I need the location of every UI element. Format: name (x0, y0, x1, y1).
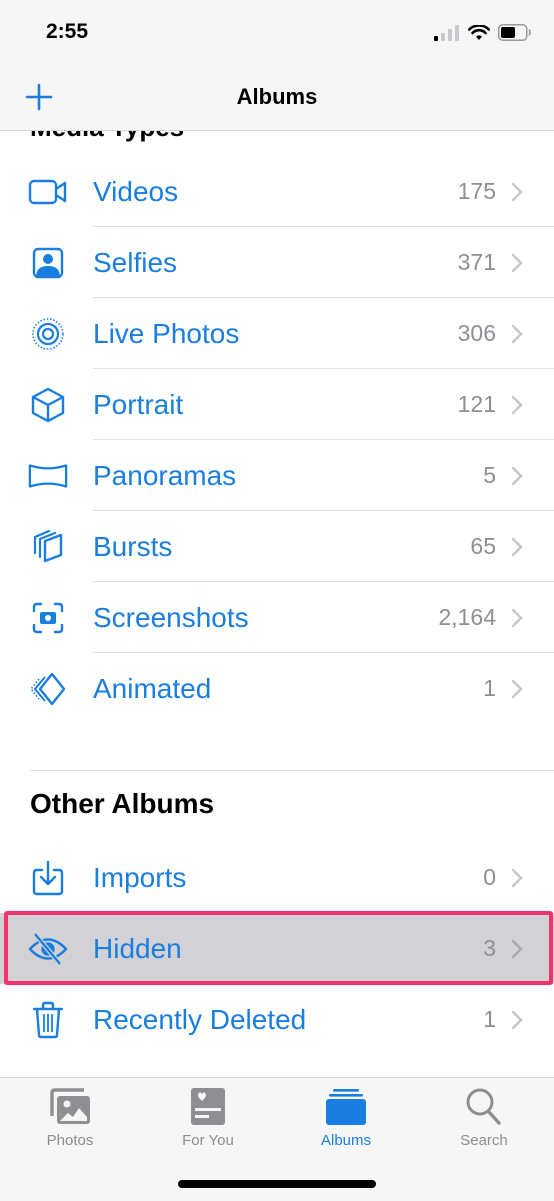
album-count: 175 (457, 178, 496, 204)
tab-for-you[interactable]: For You (158, 1086, 258, 1149)
status-time: 2:55 (46, 20, 89, 43)
album-count: 65 (470, 533, 496, 559)
album-row-screenshots[interactable]: Screenshots 2,164 (0, 582, 554, 653)
selfie-icon (28, 243, 68, 283)
album-label: Live Photos (93, 317, 240, 349)
bursts-icon (28, 527, 68, 567)
trash-icon (28, 1000, 68, 1040)
album-row-videos[interactable]: Videos 175 (0, 156, 554, 227)
screenshot-icon (28, 598, 68, 638)
chevron-right-icon (511, 608, 523, 627)
chevron-right-icon (511, 395, 523, 414)
chevron-right-icon (511, 324, 523, 343)
section-title-other-albums: Other Albums (30, 788, 215, 819)
tab-label: Search (460, 1132, 508, 1149)
chevron-right-icon (511, 939, 523, 958)
album-label: Panoramas (93, 459, 237, 491)
cube-icon (28, 385, 68, 425)
tab-label: Albums (320, 1132, 372, 1149)
album-row-hidden[interactable]: Hidden 3 (0, 913, 554, 984)
chevron-right-icon (511, 182, 523, 201)
tab-label: Photos (46, 1132, 94, 1149)
tab-albums[interactable]: Albums (296, 1086, 396, 1149)
albums-icon (296, 1086, 396, 1128)
section-divider (30, 770, 554, 771)
album-label: Bursts (93, 530, 173, 562)
album-label: Hidden (93, 932, 182, 964)
wifi-icon (468, 24, 490, 40)
album-count: 1 (483, 1006, 496, 1032)
video-icon (28, 172, 68, 212)
album-count: 1 (483, 675, 496, 701)
status-icons (434, 24, 532, 41)
page-title: Albums (236, 84, 318, 109)
album-row-live-photos[interactable]: Live Photos 306 (0, 298, 554, 369)
album-row-imports[interactable]: Imports 0 (0, 842, 554, 913)
album-label: Screenshots (93, 601, 249, 633)
chevron-right-icon (511, 679, 523, 698)
album-count: 2,164 (438, 604, 496, 630)
other-albums-list: Imports 0 Hidden 3 Recently Deleted 1 (0, 842, 554, 1055)
chevron-right-icon (511, 537, 523, 556)
album-label: Animated (93, 672, 212, 704)
battery-icon (498, 24, 531, 41)
album-count: 121 (457, 391, 496, 417)
album-row-animated[interactable]: Animated 1 (0, 653, 554, 724)
album-label: Imports (93, 861, 187, 893)
album-row-bursts[interactable]: Bursts 65 (0, 511, 554, 582)
chevron-right-icon (511, 868, 523, 887)
home-indicator[interactable] (178, 1180, 376, 1188)
navigation-bar: Albums (0, 66, 554, 131)
album-row-selfies[interactable]: Selfies 371 (0, 227, 554, 298)
album-row-portrait[interactable]: Portrait 121 (0, 369, 554, 440)
album-label: Videos (93, 175, 179, 207)
photos-icon (20, 1086, 120, 1128)
media-types-list: Videos 175 Selfies 371 Live Photos 306 P… (0, 156, 554, 724)
search-icon (434, 1086, 534, 1128)
album-count: 5 (483, 462, 496, 488)
hidden-eye-icon (28, 929, 68, 969)
live-photo-icon (28, 314, 68, 354)
animated-icon (28, 669, 68, 709)
album-label: Selfies (93, 246, 178, 278)
for-you-icon (158, 1086, 258, 1128)
status-bar: 2:55 (0, 0, 554, 66)
album-label: Portrait (93, 388, 184, 420)
chevron-right-icon (511, 253, 523, 272)
album-row-panoramas[interactable]: Panoramas 5 (0, 440, 554, 511)
tab-photos[interactable]: Photos (20, 1086, 120, 1149)
album-count: 3 (483, 935, 496, 961)
panorama-icon (28, 456, 68, 496)
tab-label: For You (182, 1132, 234, 1149)
chevron-right-icon (511, 1010, 523, 1029)
album-count: 306 (457, 320, 496, 346)
tab-search[interactable]: Search (434, 1086, 534, 1149)
album-count: 371 (457, 249, 496, 275)
chevron-right-icon (511, 466, 523, 485)
album-label: Recently Deleted (93, 1003, 307, 1035)
import-icon (28, 858, 68, 898)
album-row-recently-deleted[interactable]: Recently Deleted 1 (0, 984, 554, 1055)
cellular-signal-icon (434, 24, 459, 41)
album-count: 0 (483, 864, 496, 890)
